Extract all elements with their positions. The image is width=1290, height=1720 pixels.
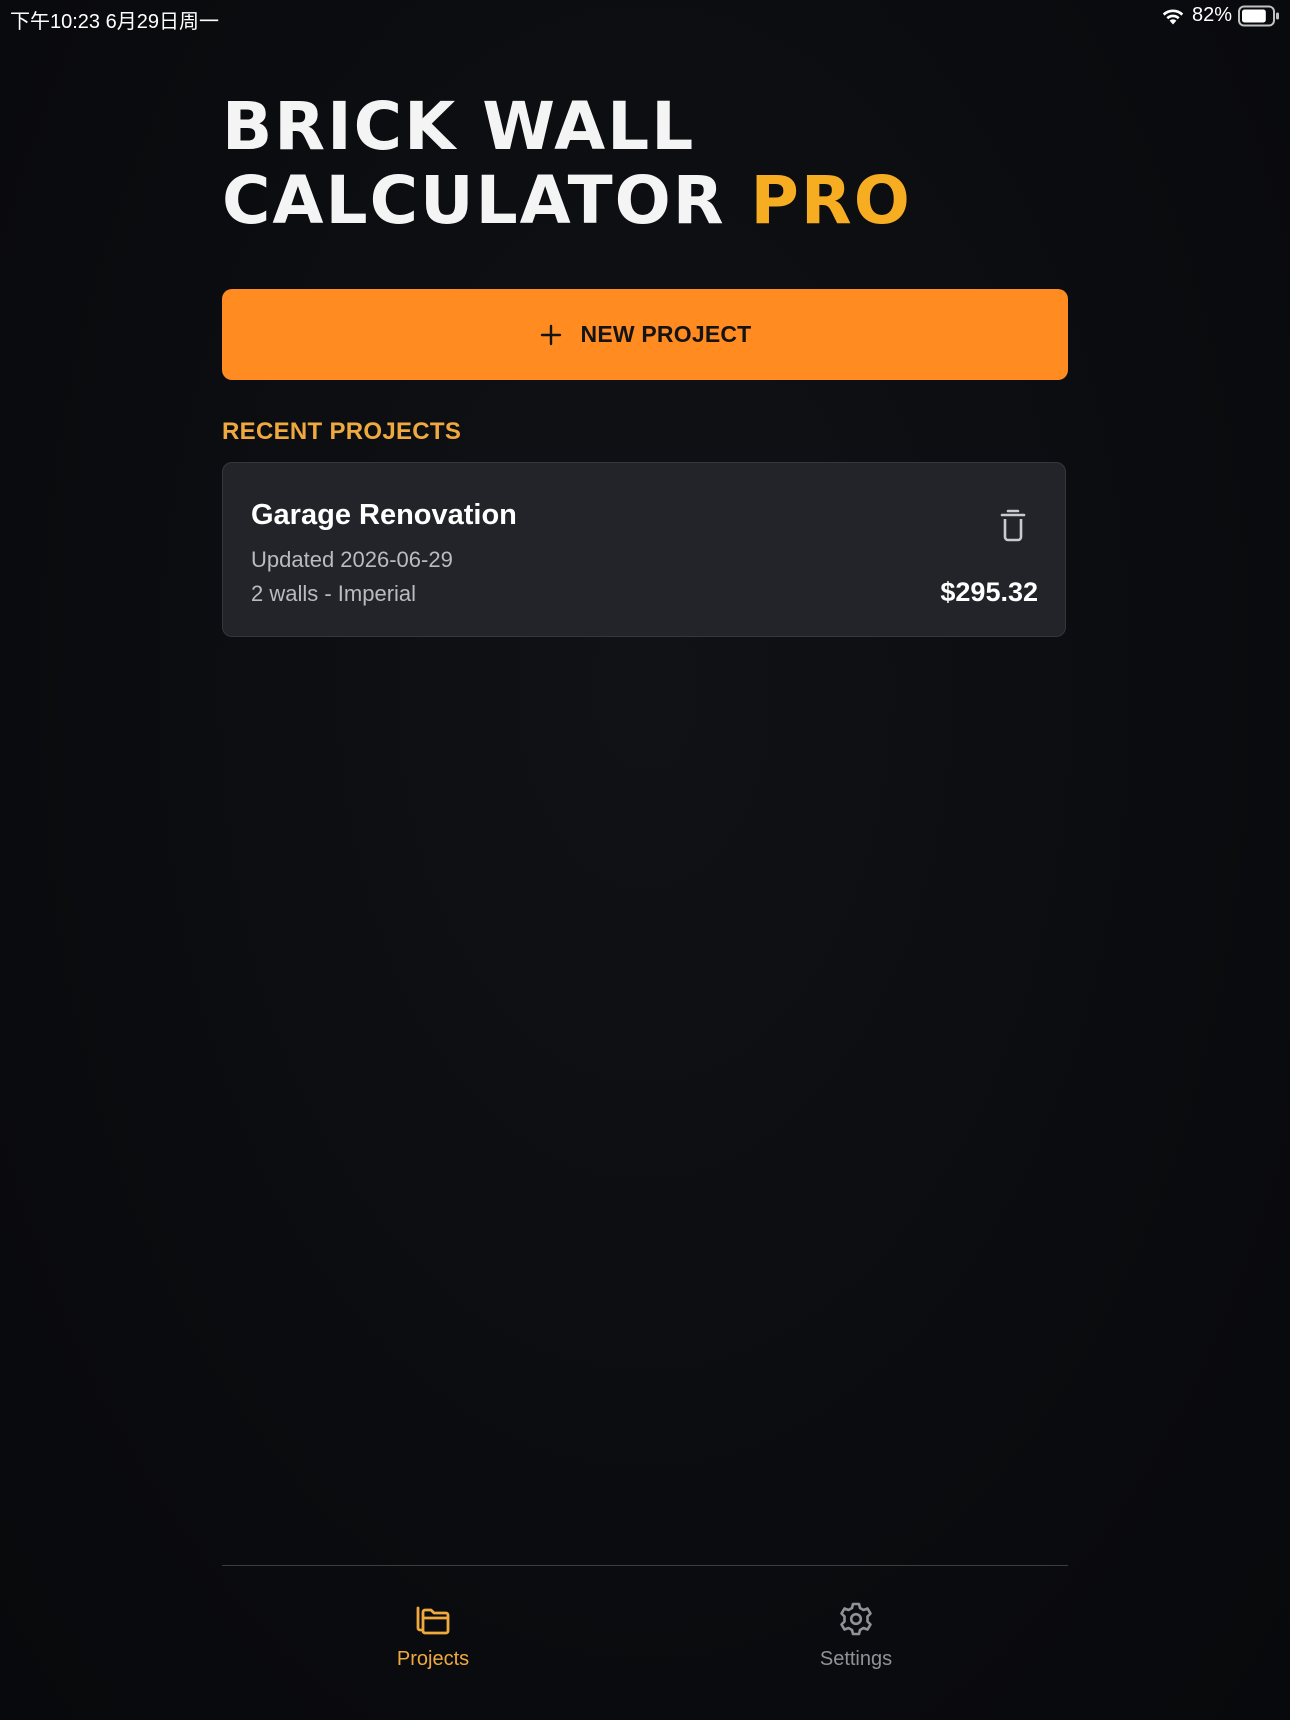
project-cost: $295.32 <box>940 577 1038 607</box>
plus-icon <box>540 324 561 345</box>
trash-icon <box>1000 509 1026 542</box>
gear-icon <box>840 1602 872 1636</box>
battery-icon <box>1238 5 1279 26</box>
tab-settings[interactable]: Settings <box>756 1600 956 1680</box>
wifi-icon <box>1162 8 1184 24</box>
project-updated-date: Updated 2026-06-29 <box>251 547 453 572</box>
recent-projects-heading: RECENT PROJECTS <box>222 418 462 445</box>
tab-settings-label: Settings <box>819 1648 893 1670</box>
project-name: Garage Renovation <box>251 499 517 531</box>
app-screen: 下午10:23 6月29日周一 82% BRICK WALL CALCULATO… <box>0 0 1290 1720</box>
status-time-date: 下午10:23 6月29日周一 <box>10 11 219 33</box>
tab-projects-label: Projects <box>396 1648 470 1670</box>
battery-percent: 82% <box>1191 4 1232 26</box>
tab-bar-divider <box>222 1565 1068 1566</box>
new-project-label: NEW PROJECT <box>580 321 752 347</box>
new-project-button[interactable]: NEW PROJECT <box>222 289 1068 380</box>
title-accent-pro: PRO <box>750 162 912 239</box>
folder-icon <box>416 1606 450 1635</box>
project-walls-units: 2 walls - Imperial <box>251 581 417 606</box>
title-word-calculator: CALCULATOR <box>222 162 726 239</box>
tab-projects[interactable]: Projects <box>333 1600 533 1680</box>
project-card[interactable]: Garage Renovation Updated 2026-06-29 2 w… <box>222 462 1066 637</box>
status-indicators: 82% <box>1160 4 1280 27</box>
delete-project-button[interactable] <box>997 507 1029 543</box>
title-line-2: CALCULATOR PRO <box>222 164 912 238</box>
app-title: BRICK WALL CALCULATOR PRO <box>222 90 912 238</box>
title-line-1: BRICK WALL <box>222 88 696 165</box>
status-bar: 下午10:23 6月29日周一 82% <box>0 0 1290 34</box>
